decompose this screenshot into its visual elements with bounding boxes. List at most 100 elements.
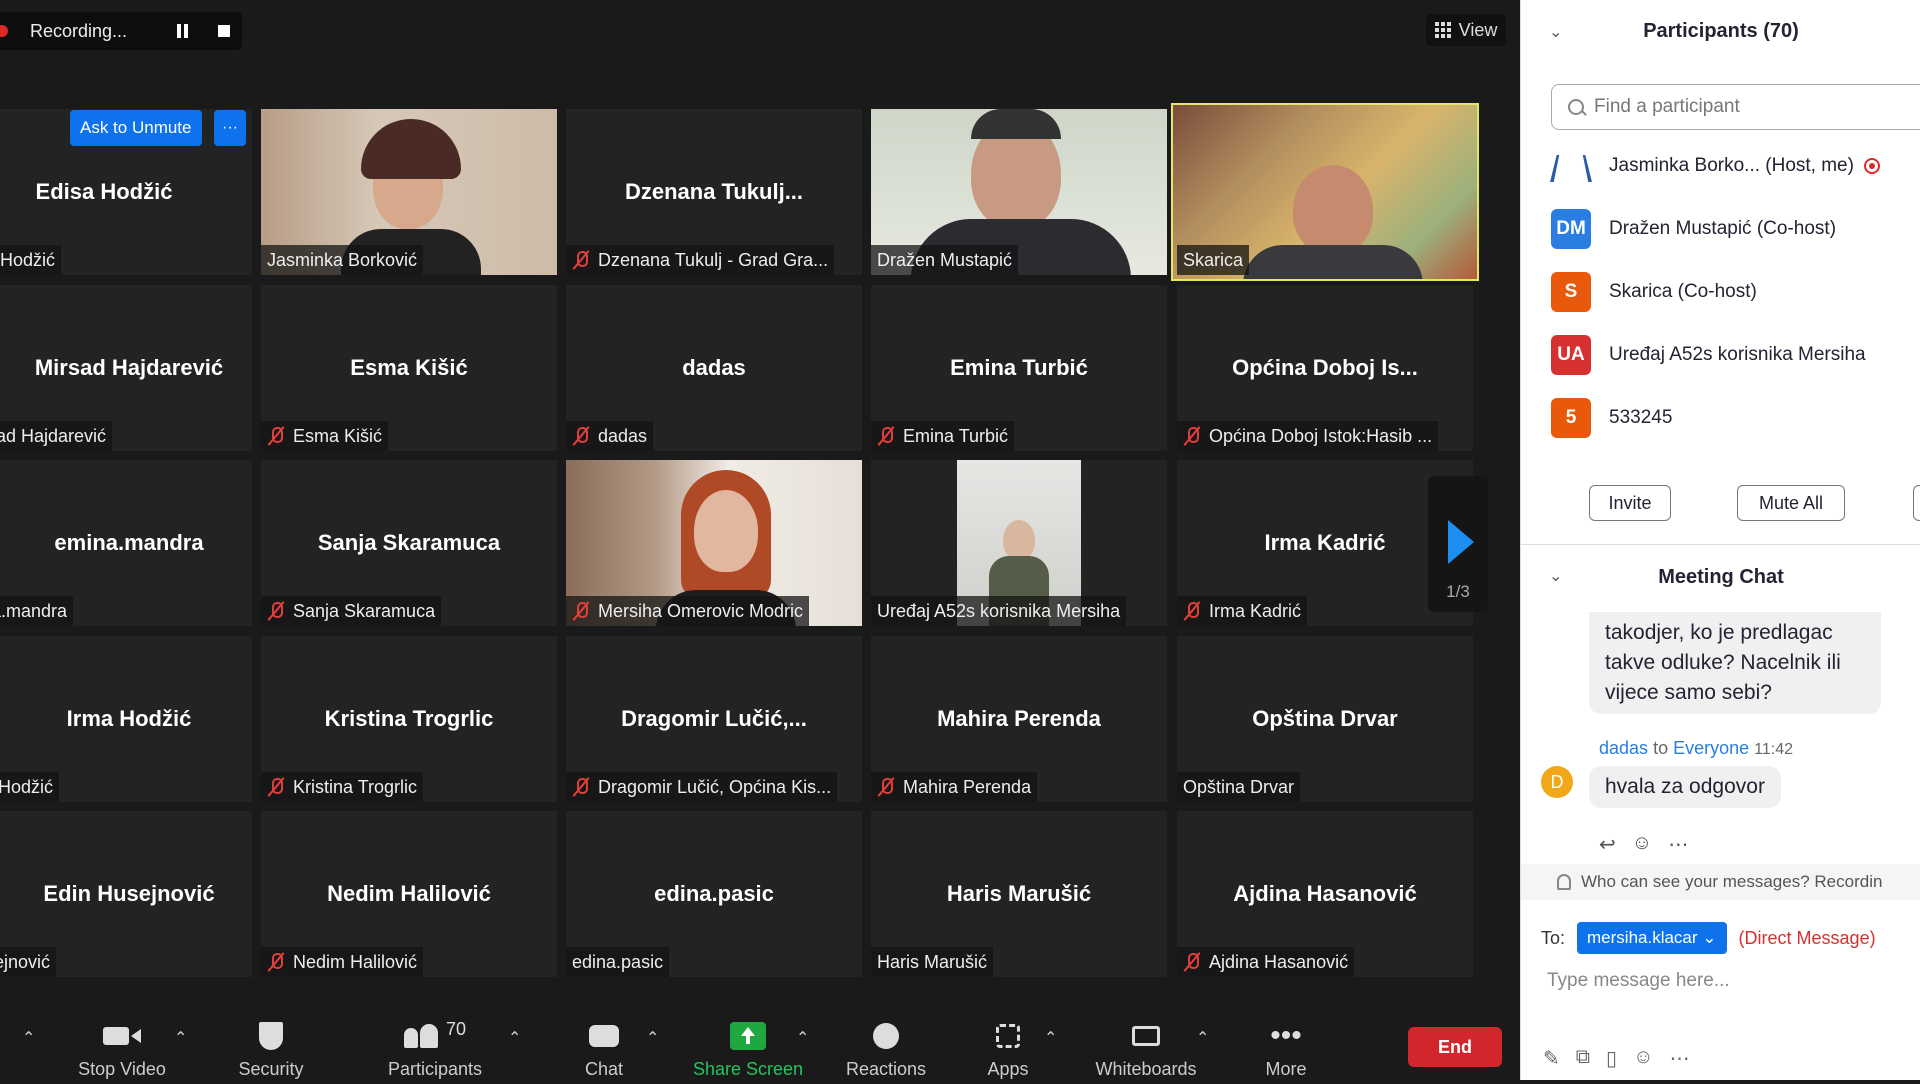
participant-tile[interactable]: Općina Doboj Is... Općina Doboj Istok:Ha… — [1177, 285, 1473, 451]
file-icon[interactable]: ▯ — [1606, 1046, 1617, 1071]
apps-options-caret[interactable]: ⌃ — [1044, 1028, 1057, 1048]
recipient-select[interactable]: mersiha.klacar ⌄ — [1577, 922, 1727, 954]
participant-row[interactable]: S Skarica (Co-host) — [1551, 270, 1920, 314]
ask-to-unmute-button[interactable]: Ask to Unmute — [70, 110, 202, 146]
video-options-caret[interactable]: ⌃ — [174, 1028, 187, 1048]
screenshot-icon[interactable]: ⧉ — [1576, 1046, 1590, 1071]
audio-options-caret[interactable]: ⌃ — [22, 1028, 35, 1048]
chat-button[interactable]: Chat — [566, 1010, 642, 1084]
participant-tile[interactable]: Dragomir Lučić,... Dragomir Lučić, Općin… — [566, 636, 862, 802]
pause-recording-button[interactable] — [164, 12, 200, 50]
smiley-plus-icon — [866, 1019, 906, 1053]
participant-tile[interactable]: Opština Drvar Opština Drvar — [1177, 636, 1473, 802]
invite-button[interactable]: Invite — [1589, 485, 1671, 521]
who-can-see-text: Who can see your messages? Recordin — [1581, 872, 1883, 891]
end-meeting-button[interactable]: End — [1408, 1027, 1502, 1067]
stop-icon — [218, 25, 230, 37]
participant-label: disa Hodžić — [0, 245, 62, 275]
chat-label: Chat — [584, 1059, 624, 1079]
participant-label: Esma Kišić — [261, 421, 389, 451]
participant-tile[interactable]: edina.pasic edina.pasic — [566, 811, 862, 977]
chat-to-word: to — [1653, 738, 1669, 758]
participant-tile-video[interactable]: Uređaj A52s korisnika Mersiha — [871, 460, 1167, 626]
emoji-icon[interactable]: ☺ — [1633, 1046, 1653, 1071]
participant-row[interactable]: 5 533245 — [1551, 396, 1920, 440]
mute-all-button[interactable]: Mute All — [1737, 485, 1845, 521]
participant-label-text: Nedim Halilović — [293, 951, 418, 972]
mic-muted-icon — [267, 426, 285, 446]
participant-row[interactable]: UA Uređaj A52s korisnika Mersiha — [1551, 333, 1920, 377]
share-screen-button[interactable]: Share Screen — [686, 1010, 810, 1084]
participant-row[interactable]: DM Dražen Mustapić (Co-host) — [1551, 207, 1920, 251]
participant-tile[interactable]: Esma Kišić Esma Kišić — [261, 285, 557, 451]
participant-tile-video[interactable]: Mersiha Omerovic Modric — [566, 460, 862, 626]
mic-muted-icon — [267, 777, 285, 797]
mic-muted-icon — [1183, 426, 1201, 446]
participants-button[interactable]: 70 Participants — [380, 1010, 490, 1084]
participant-tile[interactable]: Sanja Skaramuca Sanja Skaramuca — [261, 460, 557, 626]
participant-tile[interactable]: Irma Hodžić rma Hodžić — [0, 636, 252, 802]
stop-recording-button[interactable] — [206, 12, 242, 50]
message-more-icon[interactable]: ⋯ — [1668, 832, 1688, 857]
participant-tile-video-active-speaker[interactable]: Skarica — [1171, 103, 1479, 281]
participant-label-text: Opština Drvar — [1183, 776, 1295, 797]
participant-tile[interactable]: Nedim Halilović Nedim Halilović — [261, 811, 557, 977]
more-button[interactable]: ••• More — [1246, 1010, 1326, 1084]
participant-label: Kristina Trogrlic — [261, 772, 424, 802]
participant-name: 533245 — [1609, 407, 1673, 428]
view-label: View — [1458, 19, 1498, 40]
chat-message-input[interactable]: Type message here... — [1547, 970, 1730, 992]
participant-tile[interactable]: dadas dadas — [566, 285, 862, 451]
more-dots-icon: ••• — [1270, 1019, 1302, 1052]
participant-name: Uređaj A52s korisnika Mersiha — [1609, 344, 1866, 365]
chat-options-caret[interactable]: ⌃ — [646, 1028, 659, 1048]
view-button[interactable]: View — [1426, 14, 1506, 46]
reactions-button[interactable]: Reactions — [838, 1010, 934, 1084]
participant-tile-video[interactable]: Jasminka Borković — [261, 109, 557, 275]
participant-tile[interactable]: Ajdina Hasanović Ajdina Hasanović — [1177, 811, 1473, 977]
mic-muted-icon — [1183, 601, 1201, 621]
tile-more-options-button[interactable]: ··· — [214, 110, 246, 146]
chat-recipient[interactable]: Everyone — [1673, 738, 1749, 758]
participant-label: Mahira Perenda — [871, 772, 1038, 802]
format-icon[interactable]: ✎ — [1543, 1046, 1560, 1071]
participant-tile[interactable]: Mirsad Hajdarević Mirsad Hajdarević — [0, 285, 252, 451]
participant-label: Jasminka Borković — [261, 245, 424, 275]
emoji-reaction-icon[interactable]: ☺ — [1632, 832, 1652, 857]
apps-button[interactable]: Apps — [972, 1010, 1044, 1084]
share-options-caret[interactable]: ⌃ — [796, 1028, 809, 1048]
participant-tile[interactable]: Emina Turbić Emina Turbić — [871, 285, 1167, 451]
participant-label-text: Općina Doboj Istok:Hasib ... — [1209, 425, 1433, 446]
participant-label-text: Sanja Skaramuca — [293, 600, 436, 621]
chat-sender[interactable]: dadas — [1599, 738, 1648, 758]
participants-options-caret[interactable]: ⌃ — [508, 1028, 521, 1048]
security-button[interactable]: Security — [226, 1010, 316, 1084]
participant-tile[interactable]: Haris Marušić Haris Marušić — [871, 811, 1167, 977]
chevron-down-icon: ⌄ — [1702, 928, 1717, 947]
stop-video-button[interactable]: Stop Video — [70, 1010, 174, 1084]
participant-search-input[interactable]: Find a participant — [1551, 84, 1920, 130]
mic-muted-icon — [572, 250, 590, 270]
whiteboards-options-caret[interactable]: ⌃ — [1196, 1028, 1209, 1048]
participant-tile[interactable]: emina.mandra mina.mandra — [0, 460, 252, 626]
participant-tile[interactable]: Dzenana Tukulj... Dzenana Tukulj - Grad … — [566, 109, 862, 275]
mic-muted-icon — [572, 777, 590, 797]
participant-tile[interactable]: Mahira Perenda Mahira Perenda — [871, 636, 1167, 802]
participants-more-button[interactable] — [1913, 485, 1920, 521]
participant-tile-video[interactable]: Dražen Mustapić — [871, 109, 1167, 275]
reply-icon[interactable]: ↩ — [1599, 832, 1616, 857]
participant-label: Husejnović — [0, 947, 57, 977]
participant-tile[interactable]: Edin Husejnović Husejnović — [0, 811, 252, 977]
participants-icon: 70 — [390, 1019, 480, 1053]
more-options-icon[interactable]: ⋯ — [1669, 1046, 1689, 1071]
whiteboards-button[interactable]: Whiteboards — [1086, 1010, 1206, 1084]
next-page-button[interactable]: 1/3 — [1428, 476, 1488, 612]
pause-icon — [176, 24, 188, 38]
participant-tile[interactable]: Kristina Trogrlic Kristina Trogrlic — [261, 636, 557, 802]
participant-row-host[interactable]: Jasminka Borko... (Host, me) — [1550, 144, 1920, 188]
participant-label-text: Kristina Trogrlic — [293, 776, 418, 797]
who-can-see-notice[interactable]: Who can see your messages? Recordin — [1521, 864, 1920, 900]
participant-label-text: Ajdina Hasanović — [1209, 951, 1349, 972]
participant-label: Mersiha Omerovic Modric — [566, 596, 810, 626]
participant-label: Irma Kadrić — [1177, 596, 1308, 626]
